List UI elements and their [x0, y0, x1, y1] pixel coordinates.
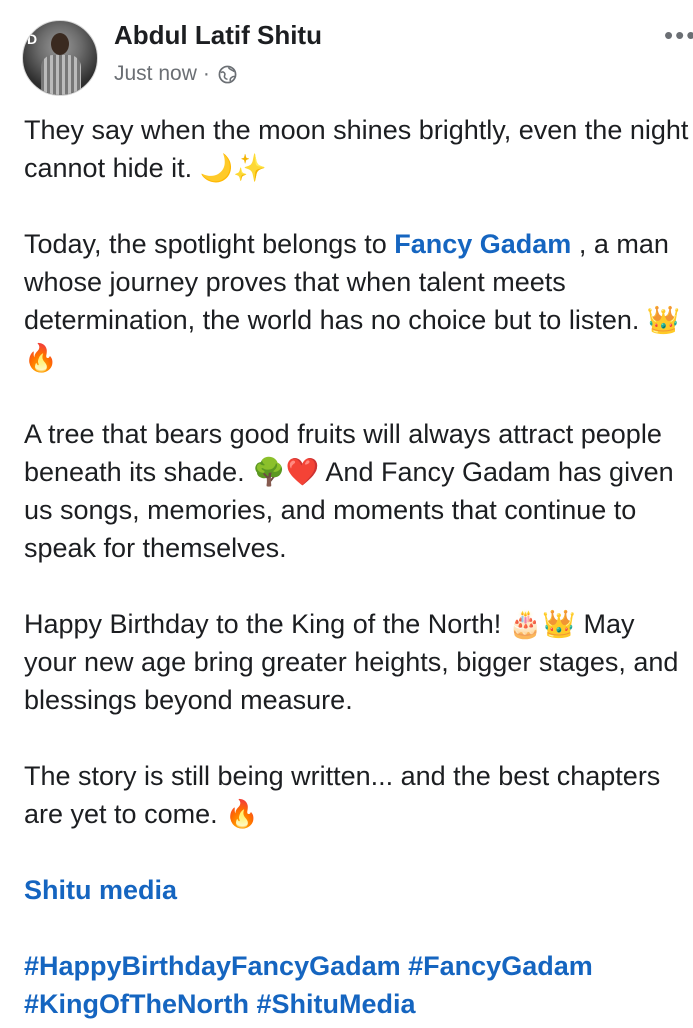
post-meta: Just now ·	[114, 62, 237, 86]
hashtag-link[interactable]: #ShituMedia	[257, 989, 416, 1019]
post-paragraph-4: Happy Birthday to the King of the North!…	[24, 609, 679, 715]
post-paragraph-5: The story is still being written... and …	[24, 761, 661, 829]
hashtag-link[interactable]: #FancyGadam	[408, 951, 593, 981]
post-time[interactable]: Just now	[114, 62, 197, 86]
mention-link[interactable]: Fancy Gadam	[394, 229, 571, 259]
meta-separator: ·	[202, 62, 210, 85]
avatar-logo: D	[27, 31, 38, 47]
avatar[interactable]: D	[22, 20, 98, 96]
post-header: D Abdul Latif Shitu Just now · •••	[0, 0, 693, 110]
avatar-face	[51, 33, 69, 55]
more-options-icon[interactable]: •••	[664, 20, 693, 51]
post-body: They say when the moon shines brightly, …	[24, 111, 693, 1023]
hashtag-link[interactable]: #HappyBirthdayFancyGadam	[24, 951, 401, 981]
post-paragraph-3: A tree that bears good fruits will alway…	[24, 419, 674, 563]
globe-icon[interactable]	[218, 65, 237, 84]
hashtag-line: #HappyBirthdayFancyGadam #FancyGadam #Ki…	[24, 947, 693, 1023]
avatar-shirt	[41, 55, 81, 95]
post-paragraph-2: Today, the spotlight belongs to Fancy Ga…	[24, 225, 693, 377]
signature-link[interactable]: Shitu media	[24, 871, 693, 909]
author-name[interactable]: Abdul Latif Shitu	[114, 20, 322, 51]
hashtag-link[interactable]: #KingOfTheNorth	[24, 989, 249, 1019]
paragraph-2-start: Today, the spotlight belongs to	[24, 229, 395, 259]
post-paragraph-1: They say when the moon shines brightly, …	[24, 115, 689, 183]
